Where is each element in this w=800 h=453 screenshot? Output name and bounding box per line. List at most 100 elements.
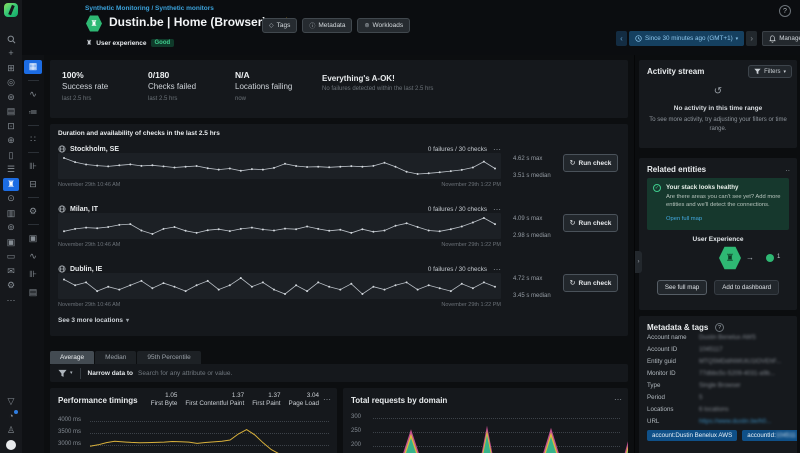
check-duration-chart[interactable]: [58, 153, 501, 179]
filters-button[interactable]: Filters▾: [748, 65, 792, 78]
synthetic-monitor-page: { "header": { "breadcrumb": "Synthetic M…: [0, 0, 800, 453]
privacy-icon[interactable]: ▽: [3, 395, 19, 408]
tab-95th-percentile[interactable]: 95th Percentile: [137, 351, 200, 364]
services-icon[interactable]: ⊛: [3, 91, 19, 104]
waterfall-icon[interactable]: ∿: [25, 250, 41, 263]
performance-line-chart[interactable]: [50, 388, 337, 453]
summary-icon[interactable]: ▦: [24, 60, 42, 74]
metadata-button[interactable]: ⓘMetadata: [302, 18, 352, 33]
main-rail-bottom-icons: ▽ ◔♙: [3, 394, 19, 453]
hotspots-icon[interactable]: ∷: [25, 133, 41, 146]
dynatrace-logo-icon[interactable]: [4, 3, 18, 17]
right-panel: Activity stream Filters▾ ↺ No activity i…: [634, 55, 800, 453]
timeframe-back-button[interactable]: ‹: [616, 31, 627, 46]
performance-analysis-icon[interactable]: ∿: [25, 88, 41, 101]
timeframe-selector[interactable]: Since 30 minutes ago (GMT+1) ▾: [629, 31, 744, 46]
chart-time-range: November 29th 10:46 AMNovember 29th 1:22…: [58, 242, 501, 248]
check-circle-icon: ✓: [653, 184, 661, 192]
metadata-label: Account ID: [647, 346, 677, 353]
hub-icon[interactable]: ⊚: [3, 221, 19, 234]
metadata-label: URL: [647, 418, 659, 425]
user-avatar-icon[interactable]: [3, 439, 19, 452]
account-icon[interactable]: ♙: [3, 424, 19, 437]
requests-area-chart[interactable]: [343, 388, 628, 453]
refresh-icon: ↻: [570, 159, 576, 167]
synthetic-icon[interactable]: ♜: [3, 178, 19, 191]
status-badge: Good: [151, 39, 175, 47]
frontend-icon[interactable]: ▤: [3, 105, 19, 118]
entity-dot-icon[interactable]: [766, 254, 774, 262]
breadcrumb[interactable]: Synthetic Monitoring / Synthetic monitor…: [85, 5, 214, 12]
timeframe-forward-button[interactable]: ›: [746, 31, 757, 46]
tag-chip[interactable]: account:Dustin Benelux AWS: [647, 430, 737, 441]
run-check-button[interactable]: ↻Run check: [563, 214, 618, 232]
run-check-button[interactable]: ↻Run check: [563, 274, 618, 292]
info-icon: ⓘ: [309, 21, 315, 30]
panel-collapse-handle[interactable]: ›: [635, 251, 642, 273]
availability-icon[interactable]: ⊪: [25, 160, 41, 173]
workloads-button[interactable]: ⊚Workloads: [357, 18, 410, 33]
narrow-data-label: Narrow data to: [88, 370, 134, 377]
rail-divider: [28, 80, 39, 81]
create-icon[interactable]: +: [3, 47, 19, 60]
apps-grid-icon[interactable]: ⊞: [3, 62, 19, 75]
see-full-map-button[interactable]: See full map: [657, 280, 707, 295]
see-more-locations-link[interactable]: See 3 more locations▾: [58, 317, 129, 324]
releases-icon[interactable]: ▣: [3, 236, 19, 249]
help-icon[interactable]: ?: [779, 5, 791, 17]
location-name[interactable]: Dublin, IE: [70, 266, 102, 273]
session-replay-icon[interactable]: ⊡: [3, 120, 19, 133]
report-icon[interactable]: ▤: [25, 286, 41, 299]
user-experience-row: ♜ User experience Good: [86, 39, 174, 47]
workloads-icon: ⊚: [364, 22, 369, 29]
monitor-settings-icon[interactable]: ⚙: [25, 205, 41, 218]
location-name[interactable]: Stockholm, SE: [70, 146, 119, 153]
run-check-button[interactable]: ↻Run check: [563, 154, 618, 172]
median-duration: 3.51 s median: [513, 173, 551, 179]
narrow-data-input[interactable]: [138, 370, 620, 377]
metrics-icon[interactable]: ⊪: [25, 268, 41, 281]
manage-alerts-button[interactable]: Manage alerts: [762, 31, 800, 46]
open-full-map-link[interactable]: Open full map: [666, 216, 702, 222]
monitor-title[interactable]: Dustin.be | Home (Browser): [109, 15, 266, 29]
notifications-icon[interactable]: ◔: [3, 410, 19, 423]
problems-icon[interactable]: ⊙: [3, 192, 19, 205]
location-block: Milan, IT0 failures / 30 checks⋯November…: [58, 200, 620, 258]
filter-bar: ▾ Narrow data to: [50, 364, 628, 382]
metadata-value[interactable]: https://www.dustin.be/h0...: [699, 418, 771, 425]
add-to-dashboard-button[interactable]: Add to dashboard: [714, 280, 779, 295]
healthy-body: Are there areas you can't see yet? Add m…: [666, 193, 784, 210]
metadata-value: 5: [699, 394, 702, 401]
web-icon[interactable]: ⊕: [3, 134, 19, 147]
tags-button[interactable]: ◇Tags: [262, 18, 297, 33]
search-icon[interactable]: [3, 33, 19, 46]
smartscape-icon[interactable]: ◎: [3, 76, 19, 89]
tag-chip[interactable]: accountId:104511: [742, 430, 797, 441]
mobile-icon[interactable]: ▭: [3, 250, 19, 263]
chevron-down-icon[interactable]: ▾: [70, 370, 73, 376]
rail-divider: [28, 224, 39, 225]
filter-funnel-icon[interactable]: [58, 369, 67, 378]
docs-icon[interactable]: ▥: [3, 207, 19, 220]
tab-average[interactable]: Average: [50, 351, 94, 364]
settings-icon[interactable]: ⚙: [3, 279, 19, 292]
recorded-clickpath-icon[interactable]: ⊟: [25, 178, 41, 191]
events-timeline-icon[interactable]: ≔: [25, 106, 41, 119]
more-icon[interactable]: ..: [786, 164, 790, 173]
check-duration-chart[interactable]: [58, 213, 501, 239]
http-checks-icon[interactable]: ▣: [25, 232, 41, 245]
help-icon[interactable]: ?: [715, 323, 724, 332]
check-duration-chart[interactable]: [58, 273, 501, 299]
ok-subtitle: No failures detected within the last 2.5…: [322, 86, 433, 92]
rail-divider: [28, 125, 39, 126]
tab-median[interactable]: Median: [95, 351, 136, 364]
synthetic-hexagon-icon[interactable]: ♜: [719, 246, 741, 270]
max-duration: 4.72 s max: [513, 276, 542, 282]
reports-icon[interactable]: ▯: [3, 149, 19, 162]
metadata-value: MTQ5MDdiNWUtU1lOVEhF...: [699, 358, 781, 365]
more-icon[interactable]: ⋯: [3, 294, 19, 307]
location-name[interactable]: Milan, IT: [70, 206, 98, 213]
inbox-icon[interactable]: ✉: [3, 265, 19, 278]
entity-mini-map: ♜ → 1: [639, 246, 797, 270]
logs-icon[interactable]: ☰: [3, 163, 19, 176]
